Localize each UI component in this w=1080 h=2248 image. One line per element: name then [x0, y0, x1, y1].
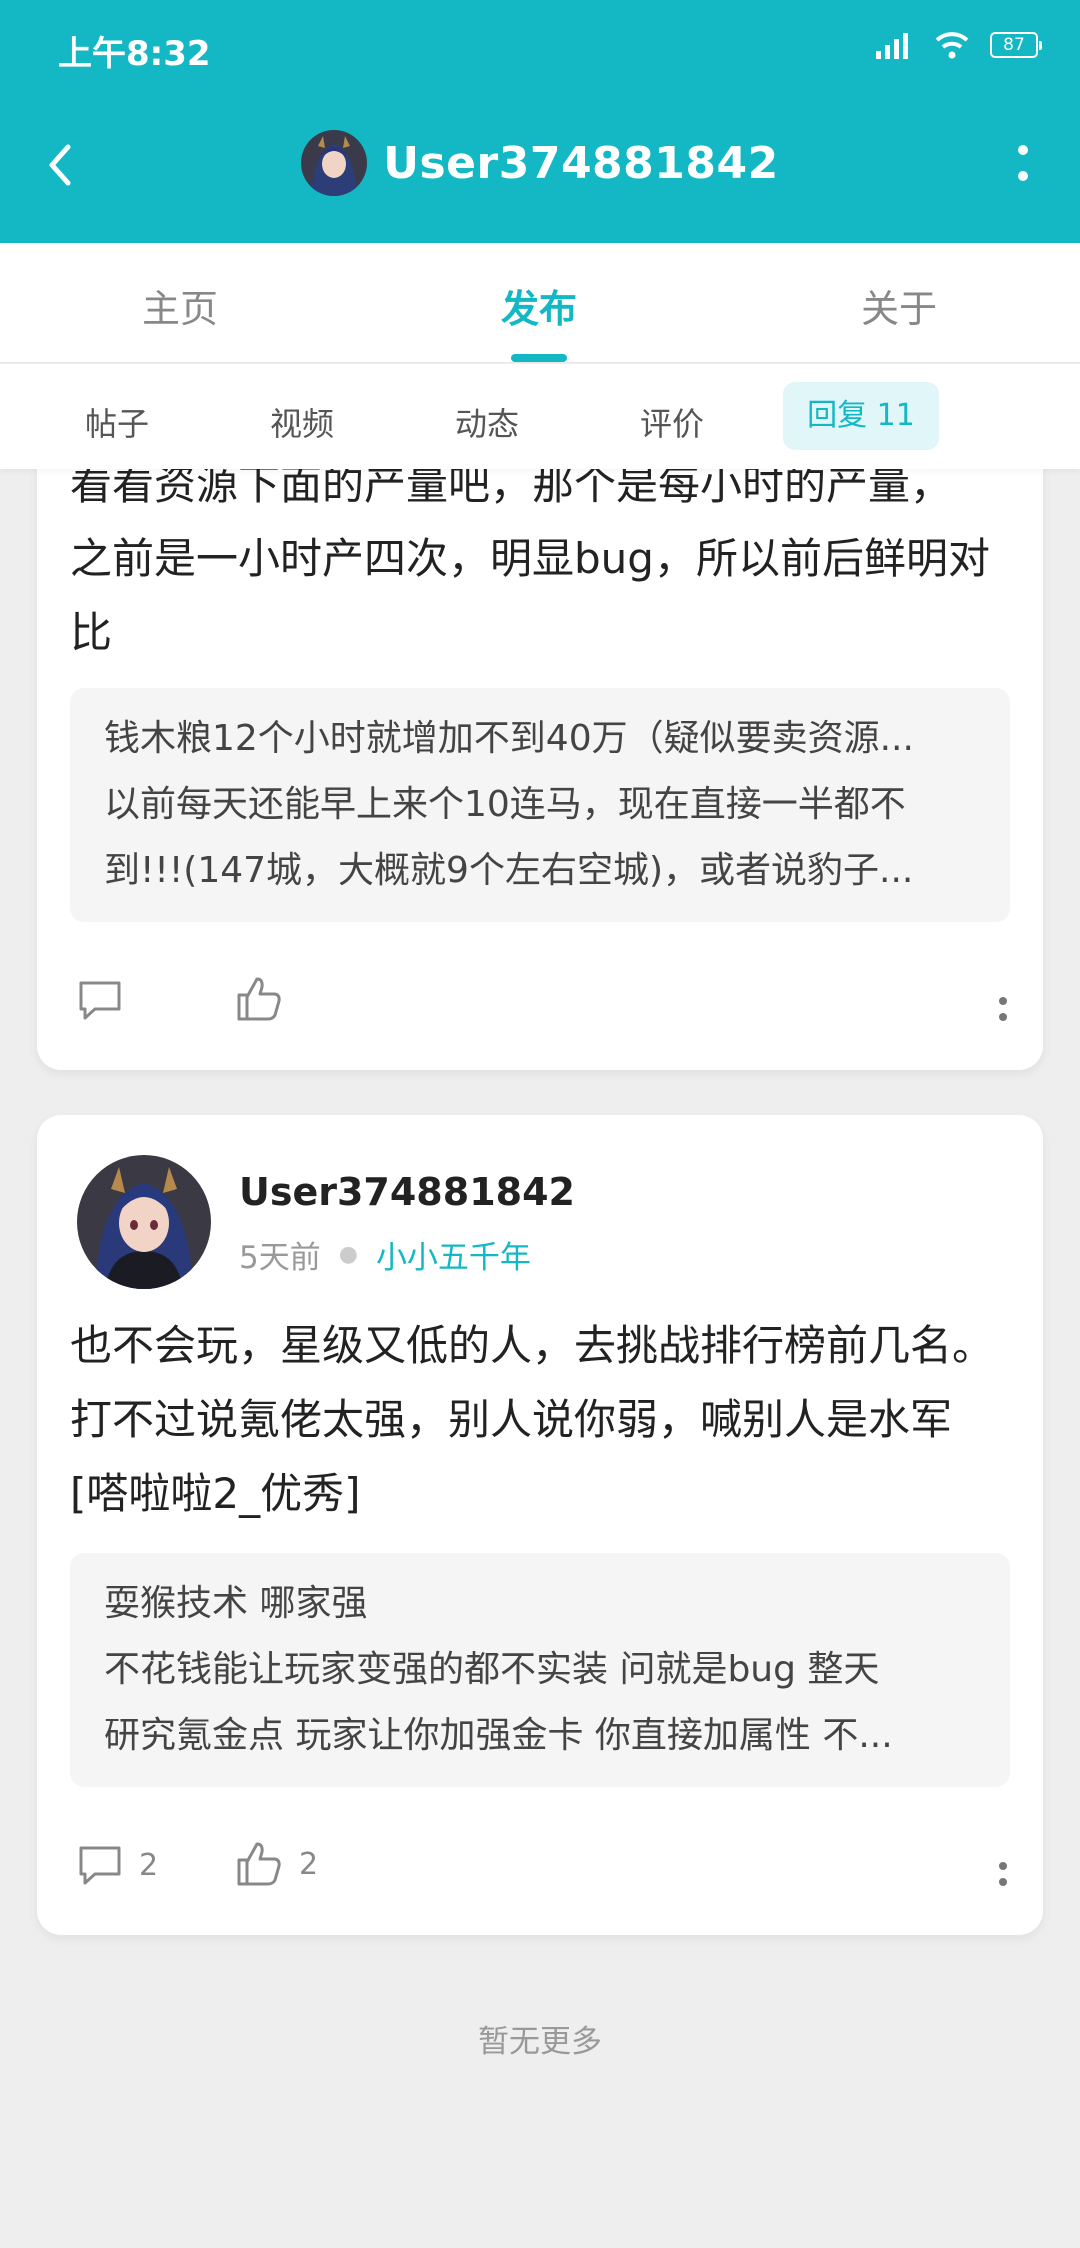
no-more-text: 暂无更多	[478, 2024, 602, 2060]
subtab-updates[interactable]: 动态	[455, 399, 519, 445]
like-count: 2	[299, 1846, 319, 1882]
quoted-post-line: 以前每天还能早上来个10连马，现在直接一半都不	[104, 784, 906, 825]
quoted-post-line: 到!!!(147城，大概就9个左右空城)，或者说豹子...	[104, 850, 914, 891]
reply-actions: 2 2	[37, 1830, 1043, 1900]
status-time: 上午8:32	[58, 34, 211, 74]
active-tab-indicator	[511, 354, 567, 362]
quoted-post-line: 研究氪金点 玩家让你加强金卡 你直接加属性 不...	[104, 1715, 893, 1756]
author-name[interactable]: User374881842	[239, 1170, 575, 1214]
quoted-post[interactable]: 钱木粮12个小时就增加不到40万（疑似要卖资源... 以前每天还能早上来个10连…	[70, 688, 1010, 922]
page-title: User374881842	[383, 137, 779, 189]
publish-subtabs: 帖子 视频 动态 评价 回复 11	[0, 364, 1080, 469]
thumbs-up-icon	[237, 1842, 281, 1886]
more-vertical-icon	[1018, 145, 1028, 181]
comment-button[interactable]: 2	[77, 1842, 158, 1888]
reply-card[interactable]: User374881842 5天前 ● 小小五千年 也不会玩，星级又低的人，去挑…	[37, 1115, 1043, 1935]
comment-button[interactable]	[77, 977, 139, 1023]
game-group-link[interactable]: 小小五千年	[376, 1232, 531, 1277]
like-button[interactable]: 2	[235, 1840, 318, 1888]
comment-icon	[79, 981, 121, 1020]
reply-body-line: 比	[70, 608, 113, 657]
signal-icon	[876, 33, 908, 59]
more-vertical-icon[interactable]	[997, 1860, 1009, 1900]
like-button[interactable]	[235, 975, 299, 1023]
subtab-replies[interactable]: 回复 11	[783, 382, 939, 450]
comment-count: 2	[139, 1847, 159, 1883]
subtab-posts[interactable]: 帖子	[85, 399, 149, 445]
app-header: 上午8:32 87 User374881842	[0, 0, 1080, 243]
tab-publish[interactable]: 发布	[459, 278, 619, 333]
subtab-reviews[interactable]: 评价	[640, 399, 704, 445]
wifi-icon	[935, 32, 969, 59]
comment-icon	[79, 1846, 121, 1885]
reply-actions	[37, 965, 1043, 1035]
more-options-button[interactable]	[1008, 140, 1038, 190]
reply-body-line: 也不会玩，星级又低的人，去挑战排行榜前几名。	[70, 1321, 995, 1370]
quoted-post-line: 耍猴技术 哪家强	[104, 1583, 368, 1624]
profile-title: User374881842	[0, 130, 1080, 196]
reply-card[interactable]: 看看资源下面的产量吧，那个是每小时的产量， 之前是一小时产四次，明显bug，所以…	[37, 400, 1043, 1070]
thumbs-up-icon	[237, 977, 281, 1021]
status-icons: 87	[874, 30, 1042, 60]
reply-body: 看看资源下面的产量吧，那个是每小时的产量， 之前是一小时产四次，明显bug，所以…	[70, 448, 1010, 670]
subtab-videos[interactable]: 视频	[270, 399, 334, 445]
post-meta: 5天前 ● 小小五千年	[239, 1232, 531, 1277]
reply-body-line: 之前是一小时产四次，明显bug，所以前后鲜明对	[70, 534, 990, 583]
tab-home[interactable]: 主页	[100, 278, 260, 333]
profile-tabs: 主页 发布 关于	[0, 243, 1080, 363]
reply-body-line: [嗒啦啦2_优秀]	[70, 1469, 361, 1518]
author-avatar[interactable]	[77, 1155, 211, 1289]
tab-about[interactable]: 关于	[819, 278, 979, 333]
meta-separator: ●	[338, 1242, 358, 1267]
quoted-post[interactable]: 耍猴技术 哪家强 不花钱能让玩家变强的都不实装 问就是bug 整天 研究氪金点 …	[70, 1553, 1010, 1787]
battery-indicator: 87	[990, 32, 1042, 58]
post-time: 5天前	[239, 1240, 321, 1276]
quoted-post-line: 不花钱能让玩家变强的都不实装 问就是bug 整天	[104, 1649, 880, 1690]
avatar[interactable]	[301, 130, 368, 196]
reply-body: 也不会玩，星级又低的人，去挑战排行榜前几名。 打不过说氪佬太强，别人说你弱，喊别…	[70, 1309, 1010, 1531]
reply-body-line: 打不过说氪佬太强，别人说你弱，喊别人是水军	[70, 1395, 953, 1444]
quoted-post-line: 钱木粮12个小时就增加不到40万（疑似要卖资源...	[104, 718, 914, 759]
more-vertical-icon[interactable]	[997, 995, 1009, 1035]
